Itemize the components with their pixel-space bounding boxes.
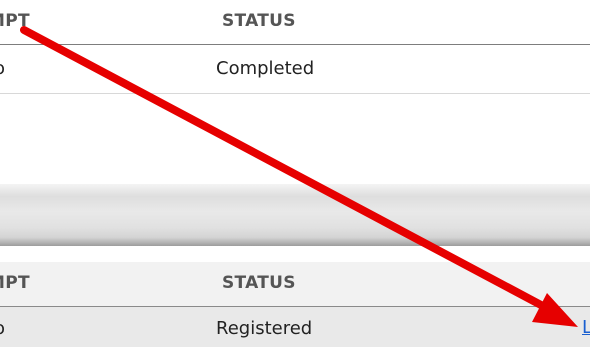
- table-header-top: MPT STATUS: [0, 0, 590, 45]
- table-row: o Completed: [0, 45, 590, 94]
- attempt-cell: o: [0, 318, 5, 339]
- attempt-cell: o: [0, 58, 5, 79]
- table-row[interactable]: o Registered L: [0, 307, 590, 347]
- table-header-bottom: MPT STATUS: [0, 262, 590, 307]
- section-divider: [0, 184, 590, 246]
- section-gap: [0, 246, 590, 262]
- column-header-status[interactable]: STATUS: [222, 273, 296, 293]
- status-cell: Completed: [216, 58, 315, 79]
- row-action-link[interactable]: L: [582, 317, 590, 338]
- status-cell: Registered: [216, 318, 313, 339]
- column-header-attempt[interactable]: MPT: [0, 11, 30, 31]
- table-empty-space: [0, 94, 590, 184]
- column-header-attempt[interactable]: MPT: [0, 273, 30, 293]
- column-header-status[interactable]: STATUS: [222, 11, 296, 31]
- page: MPT STATUS o Completed MPT STATUS o Regi…: [0, 0, 590, 347]
